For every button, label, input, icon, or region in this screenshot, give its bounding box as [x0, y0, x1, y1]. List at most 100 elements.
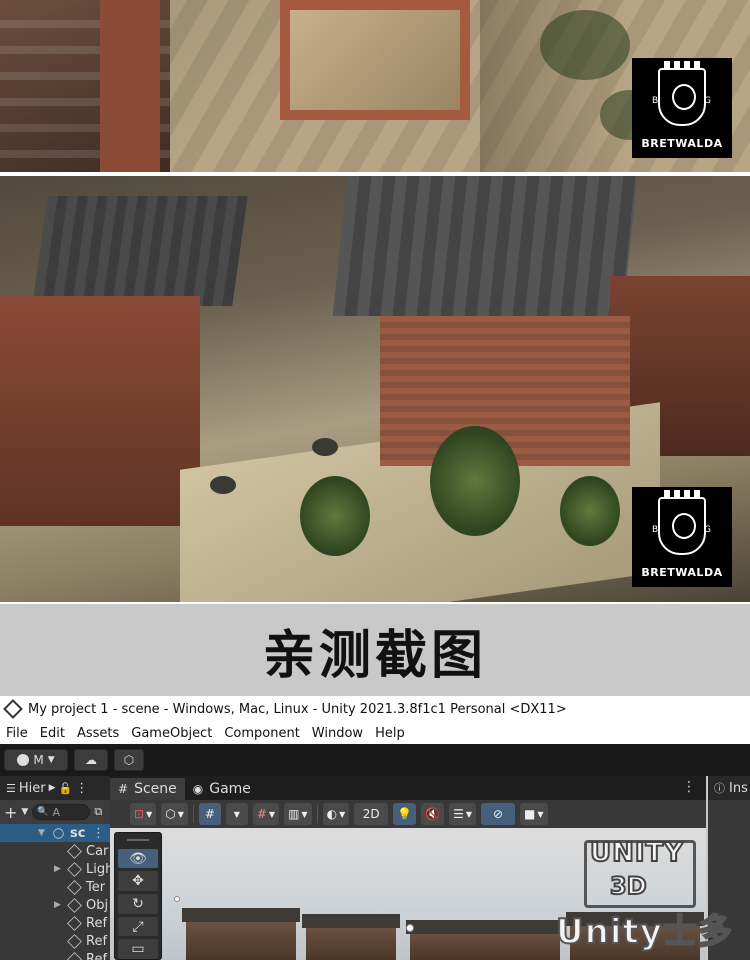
castle-crest-icon: [658, 490, 706, 555]
user-icon: [17, 754, 30, 766]
add-icon[interactable]: +: [4, 803, 17, 822]
increment-snap-button[interactable]: # ▼: [252, 803, 280, 825]
courtyard-building: [280, 0, 470, 120]
gameobject-icon: [67, 861, 82, 877]
tab-scene-label: Scene: [134, 781, 177, 797]
watermark-logo: UNITY 3D Unity士多: [555, 837, 746, 956]
menu-gameobject[interactable]: GameObject: [131, 726, 212, 741]
expand-arrow-icon[interactable]: ▶: [54, 864, 61, 874]
scene-toolbar: ⊡ ▼ ⬡ ▼ # ▼ # ▼ ▥ ▼ ◐ ▼ 2D 💡 🔇 ☰ ▼ ⊘ ■ ▼: [110, 800, 706, 828]
account-dropdown[interactable]: M ▼: [4, 749, 68, 771]
chevron-down-icon[interactable]: ▼: [21, 807, 28, 817]
inspector-tab-label: Ins: [729, 780, 748, 796]
draw-mode-dropdown[interactable]: ⊡ ▼: [130, 803, 157, 825]
toggle-2d-label: 2D: [362, 807, 380, 821]
camera-dropdown[interactable]: ■ ▼: [520, 803, 548, 825]
overlay-grip[interactable]: [127, 839, 149, 841]
hierarchy-row[interactable]: ▶ Ligh: [0, 860, 113, 878]
main-toolbar: M ▼ ☁ ⬡: [0, 744, 750, 776]
scene-building: [406, 920, 564, 960]
grid-snap-dropdown[interactable]: ▼: [225, 803, 248, 825]
hierarchy-row[interactable]: Ref: [0, 950, 110, 960]
grid-snap-icon: #: [204, 807, 215, 821]
camera-icon: ■: [524, 807, 536, 821]
chevron-down-icon: ▼: [268, 809, 276, 819]
expand-arrow-icon[interactable]: ▶: [54, 900, 61, 910]
shaded-icon: ⊡: [134, 807, 145, 821]
cloud-button[interactable]: ☁: [74, 749, 108, 771]
gameobject-icon: [67, 915, 82, 931]
expand-arrow-icon[interactable]: ▼: [38, 828, 45, 838]
hierarchy-row-scene[interactable]: ▼ sc ⋮: [0, 824, 110, 842]
lock-icon[interactable]: 🔓: [59, 782, 73, 795]
castle-crest-icon: [658, 61, 706, 126]
tree: [300, 476, 370, 556]
eye-icon: 👁: [129, 850, 147, 867]
scene-building: [182, 908, 300, 960]
hierarchy-row-label: Ref: [86, 951, 108, 960]
view-tool[interactable]: 👁: [118, 848, 158, 869]
effects-dropdown[interactable]: ☰ ▼: [449, 803, 477, 825]
popout-icon[interactable]: ⧉: [94, 805, 102, 819]
account-label: M: [33, 753, 44, 767]
scene-visibility-toggle[interactable]: ⊘: [481, 803, 516, 825]
hierarchy-search-input[interactable]: 🔍 A: [32, 804, 91, 820]
scene-tab-bar: # Scene ◉ Game ⋮: [110, 776, 706, 800]
lightbulb-icon: 💡: [397, 807, 413, 821]
hierarchy-row[interactable]: Ter: [0, 878, 110, 896]
grid-icon: #: [118, 782, 129, 796]
gizmo-point[interactable]: [174, 896, 180, 902]
watermark-site: Unity士多: [555, 911, 733, 953]
lighting-toggle[interactable]: 💡: [393, 803, 417, 825]
hierarchy-row-label: Ter: [86, 879, 106, 895]
search-icon: 🔍: [37, 807, 49, 817]
grid-visibility-dropdown[interactable]: ▥ ▼: [284, 803, 312, 825]
tab-hierarchy[interactable]: ☰ Hier ▶ 🔓 ⋮: [0, 776, 110, 800]
chevron-down-icon: ▼: [465, 809, 473, 819]
window-titlebar: My project 1 - scene - Windows, Mac, Lin…: [0, 696, 750, 722]
menu-assets[interactable]: Assets: [77, 726, 119, 741]
render-mode-dropdown[interactable]: ⬡ ▼: [161, 803, 188, 825]
caption-band: 亲测截图: [0, 604, 750, 696]
window-title: My project 1 - scene - Windows, Mac, Lin…: [28, 701, 567, 717]
tab-scene[interactable]: # Scene: [110, 778, 185, 800]
move-tool[interactable]: ✥: [118, 871, 158, 892]
shading-dropdown[interactable]: ◐ ▼: [322, 803, 350, 825]
mute-icon: 🔇: [425, 807, 441, 821]
menu-edit[interactable]: Edit: [40, 726, 65, 741]
hierarchy-row[interactable]: Ref: [0, 914, 110, 932]
menu-window[interactable]: Window: [312, 726, 363, 741]
tab-game[interactable]: ◉ Game: [185, 778, 259, 800]
kebab-menu-icon[interactable]: ⋮: [75, 781, 88, 796]
rect-tool[interactable]: ▭: [118, 939, 158, 959]
scene-icon: [51, 825, 66, 841]
gizmo-point[interactable]: [406, 924, 414, 932]
menu-help[interactable]: Help: [375, 726, 405, 741]
ruler-icon: ▥: [288, 807, 300, 821]
chevron-down-icon: ▼: [301, 809, 308, 819]
hierarchy-row[interactable]: Ref: [0, 932, 110, 950]
logo-wordmark: BRETWALDA: [641, 137, 723, 150]
hierarchy-row[interactable]: Car: [0, 842, 110, 860]
chevron-down-icon: ▼: [47, 755, 55, 765]
tab-inspector[interactable]: ⓘ Ins: [708, 776, 750, 800]
roof: [32, 196, 248, 306]
audio-toggle[interactable]: 🔇: [421, 803, 445, 825]
kebab-menu-icon[interactable]: ⋮: [682, 779, 696, 795]
kebab-menu-icon[interactable]: ⋮: [92, 826, 105, 841]
unity-logo-icon: [3, 699, 23, 719]
rotate-tool[interactable]: ↻: [118, 894, 158, 914]
menu-bar: File Edit Assets GameObject Component Wi…: [0, 722, 750, 744]
hierarchy-row[interactable]: ▶ Obj: [0, 896, 110, 914]
scale-tool[interactable]: ⤢: [118, 916, 158, 937]
menu-file[interactable]: File: [6, 726, 28, 741]
move-arrows-icon: ✥: [132, 873, 144, 890]
menu-component[interactable]: Component: [224, 726, 299, 741]
toggle-2d-button[interactable]: 2D: [354, 803, 389, 825]
collab-button[interactable]: ⬡: [114, 749, 144, 771]
grid-snap-button[interactable]: #: [198, 803, 221, 825]
chevron-down-icon: ▼: [177, 809, 184, 819]
rotate-icon: ↻: [132, 895, 144, 912]
hierarchy-tab-label: Hier: [18, 780, 46, 796]
brick-building: [0, 296, 200, 526]
